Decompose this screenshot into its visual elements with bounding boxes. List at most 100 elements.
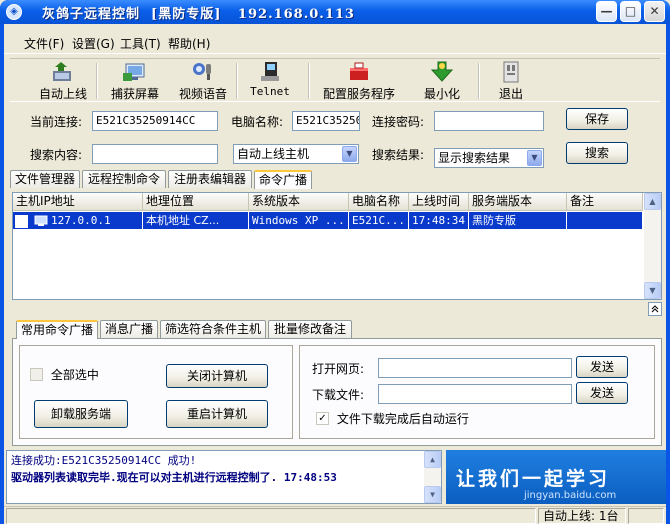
send-url-button[interactable]: 发送 [576, 356, 628, 378]
exit-label: 退出 [498, 87, 523, 101]
scroll-up-icon[interactable]: ▲ [424, 451, 441, 468]
row-server-version: 黑防专版 [469, 212, 567, 229]
save-button[interactable]: 保存 [566, 108, 628, 130]
row-note [567, 212, 643, 229]
broadcast-panel: 全部选中 关闭计算机 卸载服务端 重启计算机 打开网页: 发送 下载文件: 发送… [12, 338, 662, 446]
search-result-label: 搜索结果: [372, 148, 425, 162]
close-window-button[interactable]: ✕ [644, 1, 665, 22]
row-checkbox[interactable] [15, 214, 28, 228]
tab-filter-hosts[interactable]: 筛选符合条件主机 [160, 320, 266, 338]
auto-run-check-icon[interactable]: ✓ [316, 412, 329, 425]
restart-button[interactable]: 重启计算机 [166, 400, 268, 428]
search-mode-value: 自动上线主机 [237, 147, 310, 161]
row-ip-cell: 127.0.0.1 [13, 212, 143, 229]
broadcast-tab-bar: 常用命令广播 消息广播 筛选符合条件主机 批量修改备注 [16, 320, 656, 339]
capture-screen-label: 捕获屏幕 [110, 87, 159, 101]
menu-file[interactable]: 文件(F) [24, 35, 64, 52]
uninstall-server-button[interactable]: 卸载服务端 [34, 400, 128, 428]
column-header-computer-name[interactable]: 电脑名称 [349, 193, 409, 211]
column-header-note[interactable]: 备注 [567, 193, 643, 211]
search-result-select[interactable]: 显示搜索结果 ▼ [434, 148, 544, 168]
log-scrollbar[interactable]: ▲ ▼ [424, 451, 441, 503]
column-header-ip[interactable]: 主机IP地址 [13, 193, 143, 211]
config-server-icon [350, 62, 368, 80]
toolbar-separator [308, 63, 310, 99]
table-row[interactable]: 127.0.0.1 本机地址 CZ... Windows XP ... E521… [13, 212, 643, 229]
banner-watermark: jingyan.baidu.com [524, 490, 617, 501]
maximize-window-button[interactable]: □ [620, 1, 641, 22]
row-online-time: 17:48:34 [409, 212, 469, 229]
telnet-button[interactable]: Telnet [244, 61, 296, 101]
computer-name-field[interactable]: E521C35250 [292, 111, 360, 131]
title-bar[interactable]: ◈ 灰鸽子远程控制 [黑防专版] 192.168.0.113 — □ ✕ [0, 0, 670, 24]
download-file-label: 下载文件: [312, 388, 365, 402]
tab-batch-edit-notes[interactable]: 批量修改备注 [268, 320, 352, 338]
column-header-location[interactable]: 地理位置 [143, 193, 249, 211]
host-list[interactable]: 主机IP地址 地理位置 系统版本 电脑名称 上线时间 服务端版本 备注 127.… [12, 192, 662, 300]
column-header-server-version[interactable]: 服务端版本 [469, 193, 567, 211]
minimize-icon [430, 61, 454, 82]
capture-screen-button[interactable]: 捕获屏幕 [104, 61, 166, 101]
video-voice-button[interactable]: 视频语音 [172, 61, 234, 101]
menu-settings[interactable]: 设置(G) [72, 35, 115, 52]
exit-button[interactable]: 退出 [486, 61, 536, 101]
column-header-os[interactable]: 系统版本 [249, 193, 349, 211]
computer-name-label: 电脑名称: [231, 115, 284, 129]
send-download-button[interactable]: 发送 [576, 382, 628, 404]
current-connection-label: 当前连接: [30, 115, 83, 129]
config-server-label: 配置服务程序 [322, 87, 395, 101]
main-window: ◈ 灰鸽子远程控制 [黑防专版] 192.168.0.113 — □ ✕ 文件(… [0, 0, 670, 524]
chevron-down-icon[interactable]: ▼ [527, 150, 542, 166]
menu-help[interactable]: 帮助(H) [168, 35, 210, 52]
minimize-tool-label: 最小化 [423, 87, 460, 101]
select-all-box[interactable] [30, 368, 43, 381]
collapse-up-icon[interactable] [648, 302, 662, 316]
client-area: 文件(F) 设置(G) 工具(T) 帮助(H) 自动上线 捕获屏幕 视频语音 T… [4, 24, 666, 524]
search-mode-select[interactable]: 自动上线主机 ▼ [233, 144, 359, 164]
scroll-up-icon[interactable]: ▲ [644, 193, 661, 210]
open-url-input[interactable] [378, 358, 572, 378]
config-server-button[interactable]: 配置服务程序 [316, 61, 402, 101]
scroll-down-icon[interactable]: ▼ [644, 282, 661, 299]
telnet-icon [261, 62, 279, 81]
exit-icon [503, 61, 519, 83]
tab-remote-commands[interactable]: 远程控制命令 [82, 170, 166, 188]
minimize-window-button[interactable]: — [596, 1, 617, 22]
scroll-down-icon[interactable]: ▼ [424, 486, 441, 503]
current-connection-field[interactable]: E521C35250914CC [92, 111, 218, 131]
tab-message-broadcast[interactable]: 消息广播 [100, 320, 158, 338]
menu-tools[interactable]: 工具(T) [120, 35, 161, 52]
banner-text: 让我们一起学习 [456, 468, 611, 490]
password-field[interactable] [434, 111, 544, 131]
banner-ad[interactable]: 让我们一起学习 jingyan.baidu.com [446, 450, 666, 504]
download-file-input[interactable] [378, 384, 572, 404]
chevron-down-icon[interactable]: ▼ [342, 146, 357, 162]
tab-registry-editor[interactable]: 注册表编辑器 [168, 170, 252, 188]
panel-splitter[interactable] [12, 302, 662, 316]
computer-icon [34, 215, 47, 226]
search-content-label: 搜索内容: [30, 148, 83, 162]
toolbar-separator [478, 63, 480, 99]
log-line-2: 驱动器列表读取完毕.现在可以对主机进行远程控制了. 17:48:53 [11, 471, 337, 484]
auto-run-checkbox[interactable]: ✓ 文件下载完成后自动运行 [316, 410, 469, 427]
auto-online-icon [53, 62, 71, 81]
host-list-scrollbar[interactable]: ▲ ▼ [644, 193, 661, 299]
search-button[interactable]: 搜索 [566, 142, 628, 164]
log-line-1: 连接成功:E521C35250914CC 成功! [11, 454, 197, 467]
shutdown-button[interactable]: 关闭计算机 [166, 364, 268, 388]
tab-command-broadcast[interactable]: 命令广播 [254, 170, 312, 189]
minimize-tool-button[interactable]: 最小化 [416, 61, 468, 101]
toolbar-separator [96, 63, 98, 99]
auto-run-label: 文件下载完成后自动运行 [336, 412, 469, 426]
log-area[interactable]: 连接成功:E521C35250914CC 成功! 驱动器列表读取完毕.现在可以对… [6, 450, 442, 504]
tab-file-manager[interactable]: 文件管理器 [10, 170, 80, 188]
app-icon[interactable]: ◈ [6, 4, 22, 20]
main-tab-bar: 文件管理器 远程控制命令 注册表编辑器 命令广播 [10, 170, 660, 189]
tab-common-broadcast[interactable]: 常用命令广播 [16, 320, 98, 339]
row-computer-name: E521C... [349, 212, 409, 229]
select-all-checkbox[interactable]: 全部选中 [30, 366, 99, 383]
column-header-online-time[interactable]: 上线时间 [409, 193, 469, 211]
telnet-label: Telnet [250, 85, 290, 98]
search-content-input[interactable] [92, 144, 218, 164]
auto-online-button[interactable]: 自动上线 [32, 61, 94, 101]
